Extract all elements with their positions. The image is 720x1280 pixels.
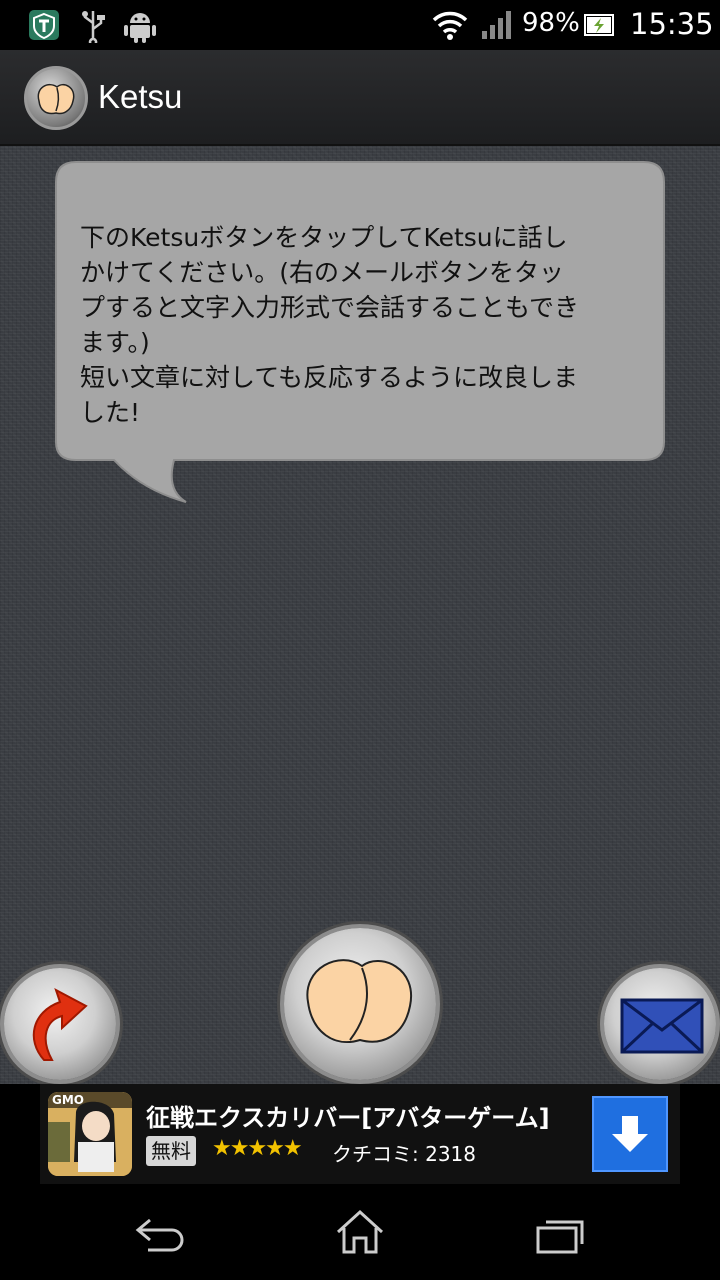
android-debug-icon (124, 13, 156, 43)
status-bar: 98% 15:35 (0, 0, 720, 50)
ad-review-count: クチコミ: 2318 (332, 1142, 476, 1166)
ad-title: 征戦エクスカリバー[アバターゲーム] (146, 1104, 550, 1132)
bubble-message: 下のKetsuボタンをタップしてKetsuに話し かけてください。(右のメールボ… (80, 223, 580, 427)
clock: 15:35 (630, 7, 714, 41)
ad-banner[interactable]: GMO 征戦エクスカリバー[アバターゲーム] 無料 ★★★★★ クチコミ: 23… (40, 1084, 680, 1184)
ad-price-label: 無料 (146, 1136, 196, 1166)
home-icon[interactable] (334, 1208, 386, 1256)
ad-game-thumbnail: GMO (48, 1092, 132, 1176)
usb-icon (82, 11, 105, 43)
mail-button[interactable] (604, 968, 716, 1080)
download-arrow-icon (612, 1116, 648, 1152)
back-icon[interactable] (134, 1212, 186, 1252)
battery-percent: 98% (522, 8, 580, 38)
shield-app-icon (29, 10, 59, 40)
action-bar: Ketsu (0, 50, 720, 146)
signal-icon (482, 11, 511, 39)
battery-charging-icon (584, 14, 614, 36)
recent-apps-icon[interactable] (534, 1214, 586, 1256)
ketsu-icon (306, 959, 413, 1043)
navigation-bar (0, 1184, 720, 1280)
ad-download-button[interactable] (592, 1096, 668, 1172)
ad-badge: GMO (52, 1093, 84, 1107)
page-title: Ketsu (98, 78, 183, 115)
ketsu-talk-button[interactable] (284, 928, 436, 1080)
envelope-icon (620, 998, 704, 1054)
ad-rating-stars: ★★★★★ (212, 1136, 303, 1161)
back-arrow-button[interactable] (4, 968, 116, 1080)
curved-arrow-icon (32, 987, 88, 1061)
wifi-icon (432, 11, 468, 40)
ketsu-app-icon[interactable] (24, 66, 88, 130)
